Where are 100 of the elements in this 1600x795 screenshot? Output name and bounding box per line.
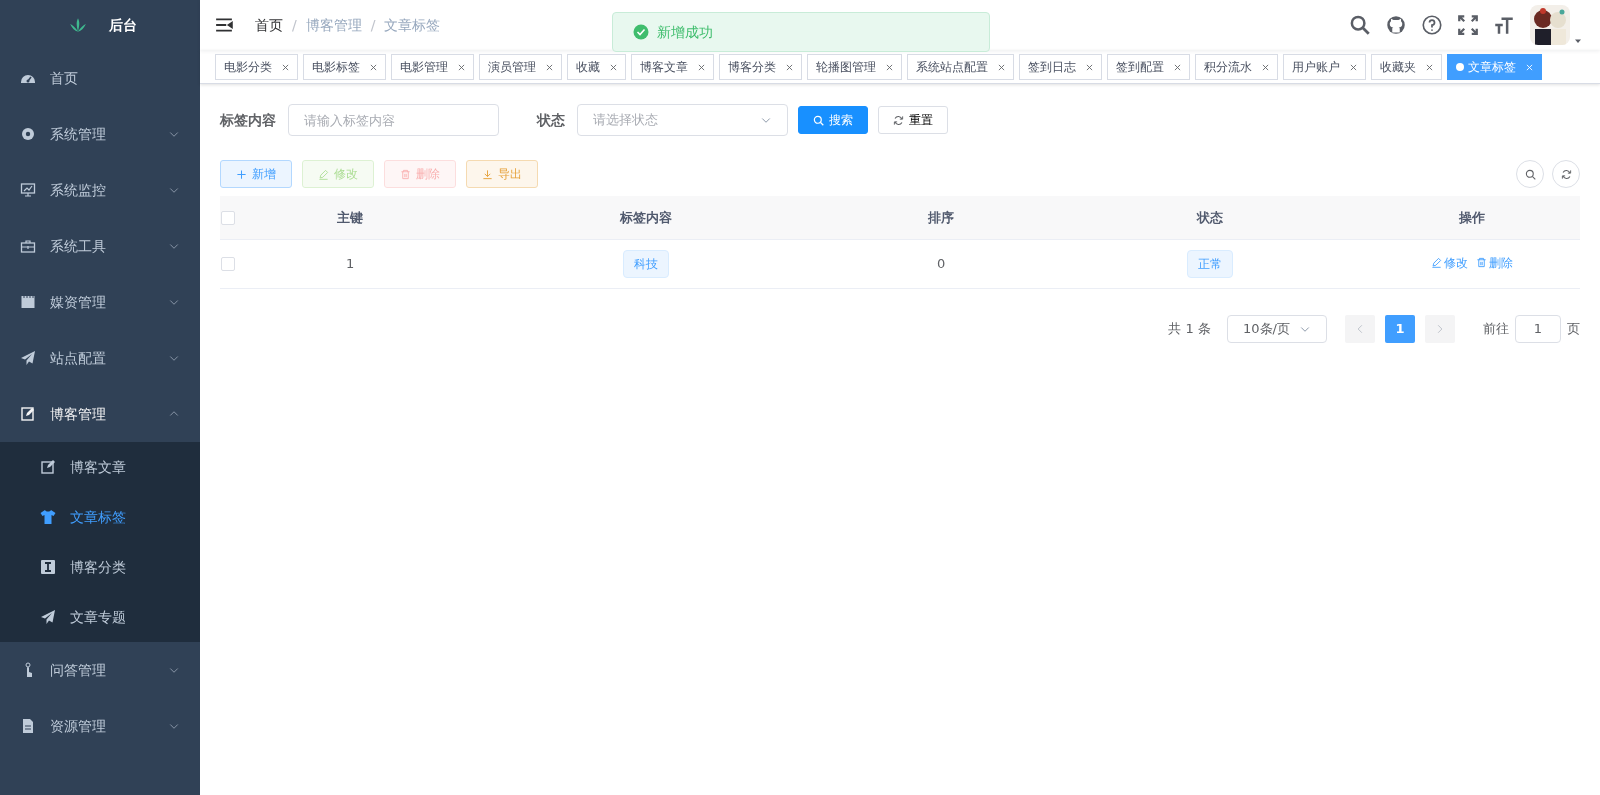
github-icon[interactable]: [1386, 15, 1406, 35]
sidebar-item[interactable]: 媒资管理: [0, 274, 200, 330]
close-icon: [1526, 63, 1533, 71]
close-icon: [370, 63, 377, 71]
caret-down-icon: [1574, 37, 1582, 45]
tab[interactable]: 积分流水: [1195, 54, 1278, 80]
pencil-icon: [1431, 257, 1443, 268]
sidebar-item[interactable]: 博客文章: [0, 442, 200, 492]
column-header: 标签内容: [464, 196, 827, 239]
close-icon: [786, 63, 793, 71]
film-icon: [20, 294, 36, 310]
close-icon: [886, 63, 893, 71]
tab[interactable]: 博客分类: [719, 54, 802, 80]
check-circle-icon: [633, 24, 649, 40]
tab[interactable]: 电影标签: [303, 54, 386, 80]
sidebar-item[interactable]: 文章标签: [0, 492, 200, 542]
sidebar-item[interactable]: 站点配置: [0, 330, 200, 386]
sidebar-item[interactable]: 文章专题: [0, 592, 200, 642]
search-icon[interactable]: [1350, 15, 1370, 35]
breadcrumb-item: 文章标签: [384, 15, 441, 35]
column-header: 排序: [826, 196, 1056, 239]
fullscreen-icon[interactable]: [1458, 15, 1478, 35]
tab[interactable]: 收藏夹: [1371, 54, 1442, 80]
sidebar-item[interactable]: 问答管理: [0, 642, 200, 698]
breadcrumb-separator: /: [292, 15, 297, 35]
dot-icon: [1456, 63, 1464, 71]
sidebar-item[interactable]: 系统工具: [0, 218, 200, 274]
search-toggle-button[interactable]: [1516, 160, 1544, 188]
breadcrumb-item[interactable]: 首页: [255, 14, 283, 36]
column-header: 操作: [1364, 196, 1580, 239]
close-icon: [610, 63, 617, 71]
close-icon: [1086, 63, 1093, 71]
edit-icon: [40, 459, 56, 475]
refresh-icon: [1560, 168, 1572, 180]
tab[interactable]: 系统站点配置: [907, 54, 1014, 80]
chevron-right-icon: [1435, 323, 1445, 334]
sidebar-item[interactable]: 资源管理: [0, 698, 200, 754]
table-cell: 1: [236, 239, 465, 288]
status-badge: 正常: [1186, 249, 1233, 278]
document-icon: [20, 718, 36, 734]
sidebar-item[interactable]: 博客分类: [0, 542, 200, 592]
edit-icon: [20, 406, 36, 422]
close-icon: [546, 63, 553, 71]
close-icon: [458, 63, 465, 71]
paper-plane-icon: [20, 350, 36, 366]
tab[interactable]: 用户账户: [1283, 54, 1366, 80]
download-icon: [482, 168, 493, 180]
checkbox[interactable]: [221, 257, 235, 272]
pencil-icon: [318, 168, 329, 180]
search-icon: [1524, 168, 1536, 180]
breadcrumb-separator: /: [370, 15, 376, 35]
close-icon: [1426, 63, 1433, 71]
text-field[interactable]: 请输入标签内容: [288, 104, 499, 136]
tab[interactable]: 轮播图管理: [807, 54, 902, 80]
sidebar-item[interactable]: 系统监控: [0, 162, 200, 218]
close-icon: [998, 63, 1005, 71]
logo-text: 后台: [109, 15, 137, 35]
font-size-icon[interactable]: [1494, 15, 1514, 35]
toast-message: 新增成功: [657, 22, 713, 42]
column-header: 主键: [236, 196, 465, 239]
goto-label: 前往: [1483, 319, 1509, 338]
close-icon: [698, 63, 705, 71]
chevron-left-icon: [1355, 323, 1365, 334]
form-label: 状态: [537, 110, 565, 130]
sidebar-item[interactable]: 首页: [0, 50, 200, 106]
tab[interactable]: 博客文章: [631, 54, 714, 80]
text-cursor-icon: [40, 559, 56, 575]
tab[interactable]: 电影分类: [215, 54, 298, 80]
trash-icon: [1476, 257, 1488, 268]
close-icon: [282, 63, 289, 71]
page-suffix: 页: [1567, 319, 1580, 338]
reset-button[interactable]: 重置: [878, 106, 948, 134]
monitor-icon: [20, 182, 36, 198]
refresh-icon: [893, 114, 904, 126]
shirt-icon: [40, 509, 56, 525]
total-count: 共 1 条: [1168, 319, 1211, 338]
toolbox-icon: [20, 238, 36, 254]
table-cell: 0: [826, 239, 1056, 288]
close-icon: [1350, 63, 1357, 71]
column-header: 状态: [1055, 196, 1365, 239]
tab[interactable]: 电影管理: [391, 54, 474, 80]
plus-icon: [236, 168, 247, 180]
refresh-button[interactable]: [1552, 160, 1580, 188]
form-label: 标签内容: [220, 110, 276, 130]
checkbox[interactable]: [221, 211, 235, 225]
tab[interactable]: 收藏: [567, 54, 626, 80]
search-icon: [813, 114, 824, 126]
tag-label: 科技: [622, 249, 669, 278]
paper-plane-icon: [40, 609, 56, 625]
question-icon[interactable]: [1422, 15, 1442, 35]
page-number-field[interactable]: 1: [1515, 314, 1561, 343]
sidebar-item[interactable]: 系统管理: [0, 106, 200, 162]
menu-fold-icon[interactable]: [215, 16, 233, 34]
trash-icon: [400, 168, 411, 180]
close-icon: [1262, 63, 1269, 71]
tab[interactable]: 签到配置: [1107, 54, 1190, 80]
sidebar-item[interactable]: 博客管理: [0, 386, 200, 442]
tab[interactable]: 签到日志: [1019, 54, 1102, 80]
tab[interactable]: 演员管理: [479, 54, 562, 80]
page-size-select[interactable]: 10条/页: [1227, 314, 1327, 343]
